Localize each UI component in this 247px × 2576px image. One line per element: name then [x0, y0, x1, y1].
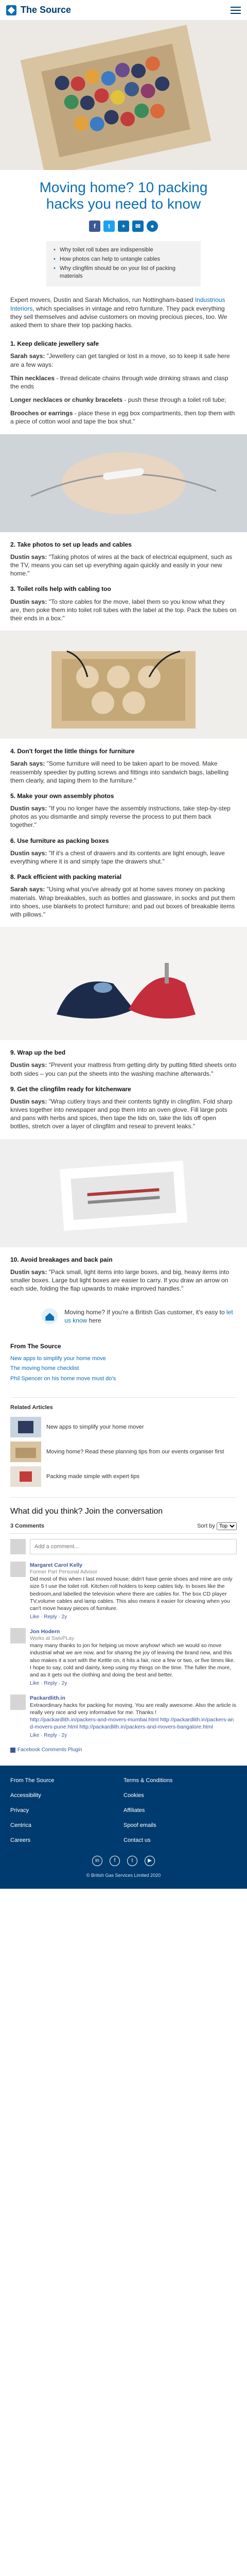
article-thumbnail	[10, 1466, 41, 1487]
clingfilm-cutlery-photo	[0, 1139, 247, 1247]
twitter-share-icon[interactable]: t	[103, 221, 115, 232]
avatar	[10, 1628, 26, 1643]
comment-actions[interactable]: Like · Reply · 2y	[30, 1732, 237, 1739]
social-links: in f t ▶	[10, 1855, 237, 1866]
from-the-source-section: From The Source New apps to simplify you…	[10, 1342, 237, 1383]
step-heading: 3. Toilet rolls help with cabling too	[10, 585, 111, 593]
youtube-icon[interactable]: ▶	[145, 1855, 155, 1866]
step-paragraph: Dustin says: "Prevent your mattress from…	[10, 1061, 237, 1077]
step-heading: 4. Don't forget the little things for fu…	[10, 748, 135, 755]
summary-item: How photos can help to untangle cables	[54, 256, 193, 263]
related-articles: Related Articles New apps to simplify yo…	[10, 1397, 237, 1487]
avatar	[10, 1538, 26, 1554]
step-paragraph: Dustin says: "To store cables for the mo…	[10, 598, 237, 622]
step-heading: 6. Use furniture as packing boxes	[10, 837, 109, 844]
article-thumbnail	[10, 1416, 41, 1437]
step-paragraph: Sarah says: "Jewellery can get tangled o…	[10, 352, 230, 368]
facebook-share-icon[interactable]: f	[89, 221, 100, 232]
comment-item: Jon Hodern Works at SwivPLay many many t…	[10, 1628, 237, 1687]
twitter-icon[interactable]: t	[127, 1855, 137, 1866]
facebook-icon[interactable]: f	[110, 1855, 120, 1866]
article-summary: Why toilet roll tubes are indispensible …	[46, 241, 201, 287]
step-paragraph: Dustin says: "If it's a chest of drawers…	[10, 849, 225, 865]
messenger-share-icon[interactable]: ●	[147, 221, 158, 232]
avatar	[10, 1694, 26, 1710]
cable-tubes-photo	[0, 631, 247, 739]
sort-select[interactable]: Top	[217, 1522, 237, 1530]
comment-link[interactable]: http://packardlith.in/packers-and-movers…	[30, 1716, 237, 1731]
jewellery-photo	[0, 434, 247, 532]
shoes-packing-photo	[0, 927, 247, 1041]
site-footer: From The Source Accessibility Privacy Ce…	[0, 1766, 247, 1889]
avatar	[10, 1561, 26, 1577]
step-heading: 8. Pack efficient with packing material	[10, 873, 122, 881]
hamburger-menu-icon[interactable]	[231, 6, 241, 14]
step-heading: 10. Avoid breakages and back pain	[10, 1256, 113, 1263]
brand-name[interactable]: The Source	[21, 4, 71, 16]
step-heading: 2. Take photos to set up leads and cable…	[10, 540, 132, 548]
footer-link[interactable]: Cookies	[123, 1792, 237, 1800]
summary-item: Why toilet roll tubes are indispensible	[54, 246, 193, 254]
mover-cta: Moving home? If you're a British Gas cus…	[10, 1298, 237, 1332]
related-link[interactable]: Phil Spencer on his home move must do's	[10, 1375, 237, 1383]
site-header: The Source	[0, 0, 247, 21]
step-paragraph: Thin necklaces - thread delicate chains …	[10, 374, 228, 390]
comment-count: 3 Comments	[10, 1522, 45, 1529]
footer-link[interactable]: Contact us	[123, 1837, 237, 1844]
footer-link[interactable]: Affiliates	[123, 1807, 237, 1815]
section-heading: From The Source	[10, 1343, 61, 1350]
comments-section: What did you think? Join the conversatio…	[10, 1497, 237, 1754]
related-link[interactable]: The moving home checklist	[10, 1365, 237, 1372]
section-heading: Related Articles	[10, 1404, 53, 1411]
step-paragraph: Dustin says: "Pack small, light items in…	[10, 1268, 230, 1293]
footer-link[interactable]: Privacy	[10, 1807, 123, 1815]
related-article-item[interactable]: Moving home? Read these planning tips fr…	[10, 1441, 237, 1462]
step-paragraph: Brooches or earrings - place these in eg…	[10, 410, 235, 426]
brand-logo-icon[interactable]	[6, 5, 16, 15]
add-comment-input[interactable]	[30, 1538, 237, 1554]
step-paragraph: Longer necklaces or chunky bracelets - p…	[10, 396, 226, 404]
add-share-icon[interactable]: +	[118, 221, 129, 232]
step-heading: 9. Get the clingfilm ready for kitchenwa…	[10, 1085, 131, 1093]
step-heading: 5. Make your own assembly photos	[10, 792, 114, 800]
step-heading: 9. Wrap up the bed	[10, 1049, 66, 1057]
comment-item: Margaret Carol Kelly Former Part Persona…	[10, 1561, 237, 1621]
step-paragraph: Dustin says: "Wrap cutlery trays and the…	[10, 1097, 233, 1130]
comment-actions[interactable]: Like · Reply · 2y	[30, 1680, 237, 1687]
linkedin-icon[interactable]: in	[92, 1855, 102, 1866]
share-buttons: f t + ✉ ●	[0, 217, 247, 241]
footer-link[interactable]: Spoof emails	[123, 1822, 237, 1829]
footer-link[interactable]: Centrica	[10, 1822, 123, 1829]
step-paragraph: Dustin says: "If you no longer have the …	[10, 805, 231, 829]
article-intro: Expert movers, Dustin and Sarah Michalio…	[10, 296, 227, 329]
article-title: Moving home? 10 packing hacks you need t…	[39, 179, 208, 212]
step-paragraph: Sarah says: "Using what you've already g…	[10, 886, 235, 918]
house-icon	[41, 1308, 58, 1325]
commenter-name[interactable]: Jon Hodern	[30, 1628, 237, 1635]
commenter-name[interactable]: Margaret Carol Kelly	[30, 1562, 237, 1569]
footer-link[interactable]: Terms & Conditions	[123, 1777, 237, 1785]
comment-actions[interactable]: Like · Reply · 2y	[30, 1614, 237, 1621]
copyright-text: © British Gas Services Limited 2020	[86, 1872, 161, 1878]
footer-link[interactable]: From The Source	[10, 1777, 123, 1785]
related-link[interactable]: New apps to simplify your home move	[10, 1355, 237, 1363]
article-body: Expert movers, Dustin and Sarah Michalio…	[0, 296, 247, 1753]
step-paragraph: Dustin says: "Taking photos of wires at …	[10, 553, 233, 578]
related-article-item[interactable]: New apps to simplify your home mover	[10, 1416, 237, 1437]
summary-item: Why clingfilm should be on your list of …	[54, 265, 193, 280]
hero-image	[0, 21, 247, 170]
step-paragraph: Sarah says: "Some furniture will need to…	[10, 760, 229, 784]
comment-item: Packardlith.in Extraordinary hacks for p…	[10, 1694, 237, 1739]
email-share-icon[interactable]: ✉	[132, 221, 144, 232]
facebook-comments-plugin[interactable]: Facebook Comments Plugin	[10, 1747, 237, 1754]
footer-link[interactable]: Accessibility	[10, 1792, 123, 1800]
related-article-item[interactable]: Packing made simple with expert tips	[10, 1466, 237, 1487]
step-heading: 1. Keep delicate jewellery safe	[10, 340, 99, 348]
article-thumbnail	[10, 1441, 41, 1462]
facebook-icon	[10, 1747, 15, 1753]
commenter-name[interactable]: Packardlith.in	[30, 1694, 237, 1702]
footer-link[interactable]: Careers	[10, 1837, 123, 1844]
comments-heading: What did you think? Join the conversatio…	[10, 1506, 163, 1516]
